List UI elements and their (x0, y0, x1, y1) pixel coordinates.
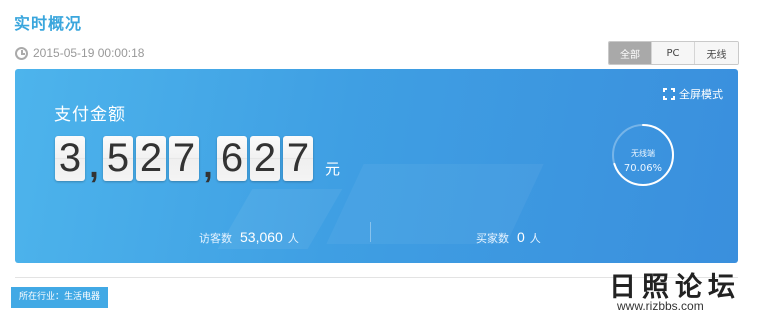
timestamp-row: 2015-05-19 00:00:18 (15, 46, 144, 60)
tab-wireless[interactable]: 无线 (695, 42, 738, 64)
amount-separator: , (203, 147, 213, 185)
watermark-url: www.rizbbs.com (617, 299, 704, 313)
buyers-label: 买家数 (476, 232, 509, 245)
buyers-unit: 人 (529, 232, 541, 245)
fullscreen-button[interactable]: 全屏模式 (663, 86, 723, 102)
device-tabs: 全部 PC 无线 (608, 41, 739, 65)
page-title: 实时概况 (14, 14, 83, 33)
timestamp-text: 2015-05-19 00:00:18 (33, 46, 145, 60)
amount-digit: 7 (283, 136, 313, 181)
visitors-stat: 访客数 53,060 人 (199, 229, 299, 246)
buyers-value: 0 (517, 229, 525, 245)
visitors-label: 访客数 (199, 232, 232, 245)
visitors-value: 53,060 (240, 229, 283, 245)
amount-digit: 3 (55, 136, 85, 181)
tab-pc[interactable]: PC (652, 42, 695, 64)
payment-amount-label: 支付金额 (54, 105, 126, 125)
visitors-unit: 人 (287, 232, 299, 245)
amount-digit: 5 (103, 136, 133, 181)
wireless-ratio-value: 70.06% (623, 163, 663, 174)
clock-icon (15, 46, 28, 60)
fullscreen-label: 全屏模式 (679, 88, 723, 101)
fullscreen-icon (663, 88, 675, 100)
amount-digit: 2 (136, 136, 166, 181)
amount-separator: , (89, 147, 99, 185)
wireless-ratio-label: 无线端 (631, 149, 655, 158)
industry-badge: 所在行业：生活电器 (11, 287, 109, 308)
amount-digit: 6 (217, 136, 247, 181)
payment-amount-counter: 3 , 5 2 7 , 6 2 7 元 (55, 136, 341, 185)
amount-digit: 2 (250, 136, 280, 181)
amount-digit: 7 (169, 136, 199, 181)
realtime-panel: 支付金额 3 , 5 2 7 , 6 2 7 元 全屏模式 无线端 70.06%… (15, 69, 738, 263)
buyers-stat: 买家数 0 人 (476, 229, 541, 246)
stat-divider (370, 222, 371, 242)
tab-all[interactable]: 全部 (609, 42, 652, 64)
amount-unit: 元 (325, 160, 341, 178)
